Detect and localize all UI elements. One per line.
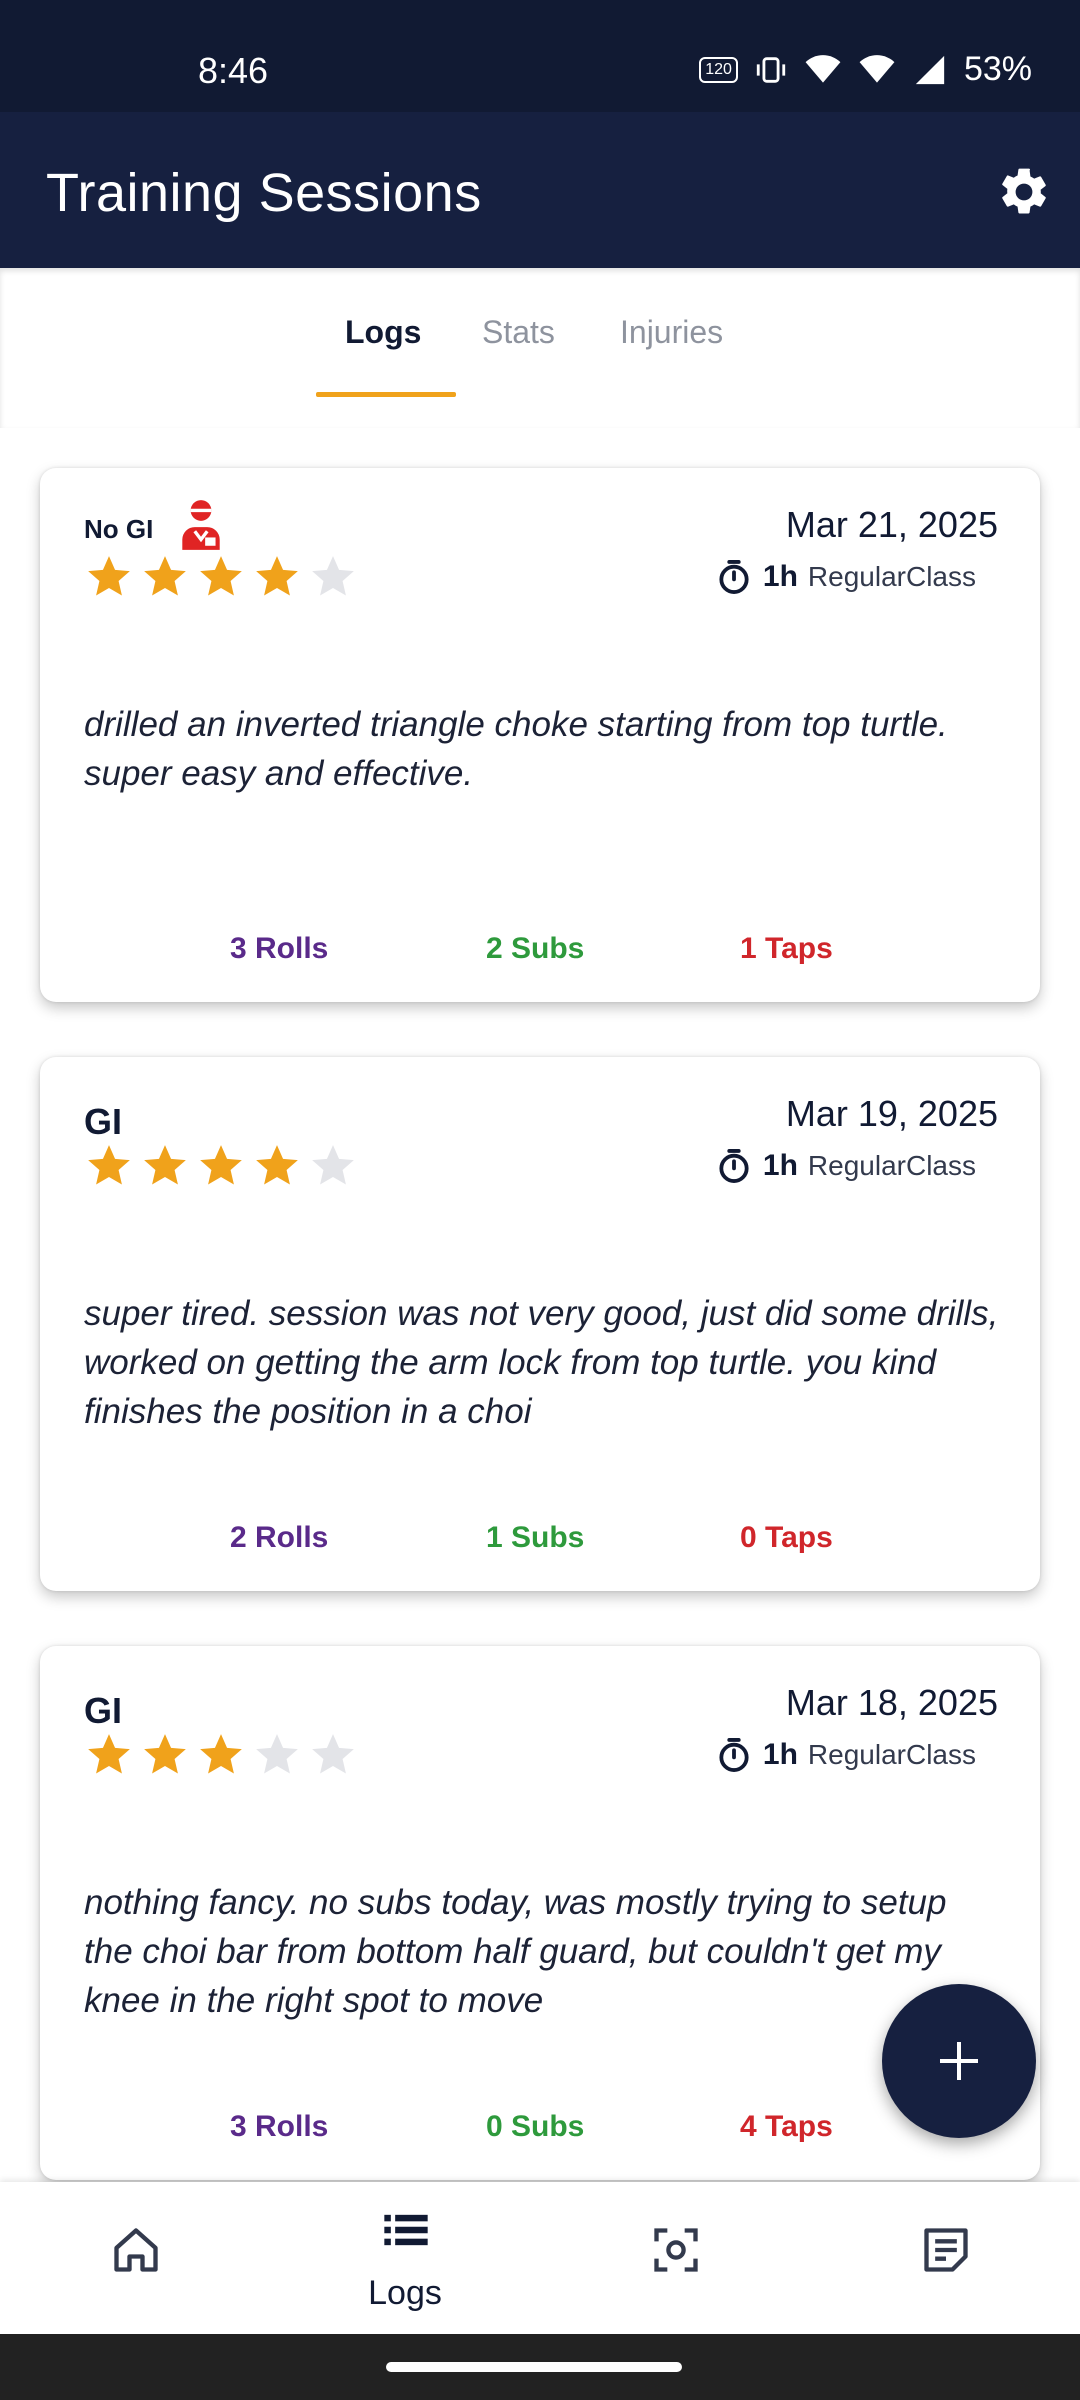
star-empty-icon bbox=[312, 556, 354, 596]
gear-icon[interactable] bbox=[996, 164, 1052, 220]
rolls-count: 3 Rolls bbox=[230, 932, 329, 965]
scan-icon bbox=[654, 2228, 698, 2272]
session-duration: 1h bbox=[762, 560, 798, 593]
rolls-count: 2 Rolls bbox=[230, 1521, 329, 1554]
nav-logs-label: Logs bbox=[368, 2274, 442, 2312]
add-session-button[interactable] bbox=[882, 1984, 1036, 2138]
star-filled-icon bbox=[144, 556, 186, 596]
session-counts: 3 Rolls 2 Subs 1 Taps bbox=[40, 932, 1040, 972]
star-filled-icon bbox=[256, 1145, 298, 1185]
star-filled-icon bbox=[88, 556, 130, 596]
tab-logs[interactable]: Logs bbox=[345, 314, 421, 351]
rating-stars bbox=[84, 1730, 358, 1780]
session-duration: 1h bbox=[762, 1738, 798, 1771]
star-filled-icon bbox=[144, 1734, 186, 1774]
star-filled-icon bbox=[200, 1145, 242, 1185]
session-card[interactable]: GI Mar 18, 2025 1h RegularClass nothing … bbox=[40, 1646, 1040, 2180]
tab-stats[interactable]: Stats bbox=[482, 314, 555, 351]
star-filled-icon bbox=[200, 556, 242, 596]
nav-logs[interactable]: Logs bbox=[270, 2182, 540, 2334]
session-date: Mar 18, 2025 bbox=[785, 1682, 998, 1723]
session-card[interactable]: GI Mar 19, 2025 1h RegularClass super ti… bbox=[40, 1057, 1040, 1591]
timer-icon bbox=[719, 1738, 749, 1772]
taps-count: 1 Taps bbox=[740, 932, 833, 965]
tab-bar: Logs Stats Injuries bbox=[0, 268, 1080, 428]
home-gesture-handle[interactable] bbox=[386, 2362, 682, 2372]
taps-count: 4 Taps bbox=[740, 2110, 833, 2143]
session-duration: 1h bbox=[762, 1149, 798, 1182]
rating-stars bbox=[84, 1141, 358, 1191]
session-card[interactable]: No GI Mar 21, 2025 1h RegularClass drill… bbox=[40, 468, 1040, 1002]
session-type: GI bbox=[84, 1690, 123, 1731]
list-icon bbox=[384, 2214, 428, 2246]
session-notes: super tired. session was not very good, … bbox=[84, 1294, 999, 1431]
timer-icon bbox=[719, 1149, 749, 1183]
session-class-type: RegularClass bbox=[807, 1150, 976, 1181]
active-tab-indicator bbox=[316, 392, 456, 397]
session-notes: nothing fancy. no subs today, was mostly… bbox=[84, 1883, 947, 2020]
home-icon bbox=[114, 2228, 158, 2272]
rolls-count: 3 Rolls bbox=[230, 2110, 329, 2143]
session-meta: 1h RegularClass bbox=[715, 1736, 976, 1774]
star-empty-icon bbox=[312, 1145, 354, 1185]
battery-level: 53% bbox=[963, 50, 1032, 88]
session-meta: 1h RegularClass bbox=[715, 1147, 976, 1185]
session-meta: 1h RegularClass bbox=[715, 558, 976, 596]
vibrate-icon bbox=[756, 56, 786, 83]
page-title: Training Sessions bbox=[46, 163, 482, 223]
session-date: Mar 19, 2025 bbox=[785, 1093, 998, 1134]
timer-icon bbox=[719, 560, 749, 594]
session-notes: drilled an inverted triangle choke start… bbox=[84, 705, 948, 793]
star-filled-icon bbox=[144, 1145, 186, 1185]
session-class-type: RegularClass bbox=[807, 1739, 976, 1770]
star-filled-icon bbox=[200, 1734, 242, 1774]
star-filled-icon bbox=[256, 556, 298, 596]
wifi-icon bbox=[805, 54, 841, 83]
session-counts: 3 Rolls 0 Subs 4 Taps bbox=[40, 2110, 1040, 2150]
wifi-icon-2 bbox=[859, 54, 895, 83]
note-icon bbox=[924, 2228, 968, 2272]
tab-injuries[interactable]: Injuries bbox=[620, 314, 723, 351]
injured-person-icon bbox=[182, 500, 220, 550]
subs-count: 1 Subs bbox=[486, 1521, 585, 1554]
session-class-type: RegularClass bbox=[807, 561, 976, 592]
star-filled-icon bbox=[88, 1145, 130, 1185]
subs-count: 0 Subs bbox=[486, 2110, 585, 2143]
bottom-nav: Logs bbox=[0, 2182, 1080, 2334]
taps-count: 0 Taps bbox=[740, 1521, 833, 1554]
star-filled-icon bbox=[88, 1734, 130, 1774]
session-counts: 2 Rolls 1 Subs 0 Taps bbox=[40, 1521, 1040, 1561]
system-nav-bar bbox=[0, 2334, 1080, 2400]
session-type: GI bbox=[84, 1101, 123, 1142]
subs-count: 2 Subs bbox=[486, 932, 585, 965]
status-bar: 8:46 120 53% bbox=[0, 0, 1080, 112]
star-empty-icon bbox=[312, 1734, 354, 1774]
nav-notes[interactable] bbox=[810, 2182, 1080, 2334]
session-date: Mar 21, 2025 bbox=[785, 504, 998, 545]
status-icons: 120 53% bbox=[699, 50, 1032, 89]
app-bar: Training Sessions bbox=[0, 112, 1080, 268]
refresh-rate-badge: 120 bbox=[699, 56, 738, 83]
nav-scan[interactable] bbox=[540, 2182, 810, 2334]
nav-home[interactable] bbox=[0, 2182, 270, 2334]
rating-stars bbox=[84, 552, 358, 602]
cell-signal-icon bbox=[915, 55, 945, 84]
status-time: 8:46 bbox=[198, 50, 269, 91]
session-type: No GI bbox=[84, 514, 154, 544]
star-empty-icon bbox=[256, 1734, 298, 1774]
